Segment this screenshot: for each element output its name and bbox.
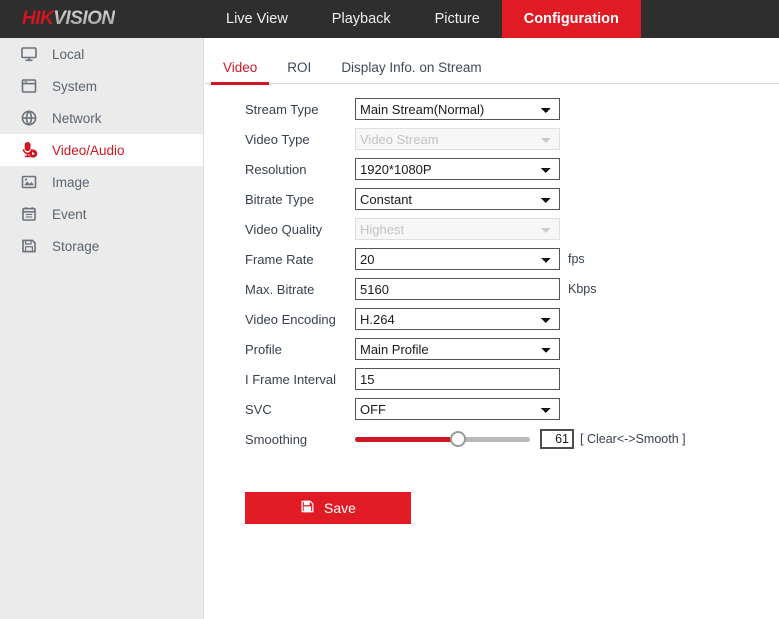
sidebar-nav: Local System Network Video/Audio Image E… [0, 38, 204, 619]
video-encoding-select[interactable]: H.264 [355, 308, 560, 330]
video-type-select: Video Stream [355, 128, 560, 150]
nav-tab-picture[interactable]: Picture [413, 0, 502, 38]
bitrate-type-label: Bitrate Type [245, 191, 315, 207]
nav-tab-live-view[interactable]: Live View [204, 0, 310, 38]
nav-tab-playback[interactable]: Playback [310, 0, 413, 38]
field-row-i-frame-interval: I Frame Interval [205, 364, 779, 394]
sidebar-item-network[interactable]: Network [0, 102, 203, 134]
stream-type-select[interactable]: Main Stream(Normal) [355, 98, 560, 120]
stream-type-label: Stream Type [245, 101, 319, 117]
field-row-video-quality: Video Quality Highest [205, 214, 779, 244]
frame-rate-unit: fps [568, 252, 585, 266]
frame-rate-label: Frame Rate [245, 251, 314, 267]
frame-rate-select[interactable]: 20 [355, 248, 560, 270]
globe-icon [18, 107, 40, 129]
nav-tab-configuration[interactable]: Configuration [501, 0, 641, 38]
logo-text-hik: HIK [22, 8, 54, 29]
profile-label: Profile [245, 341, 282, 357]
video-settings-form: Stream Type Main Stream(Normal) Video Ty… [205, 84, 779, 524]
video-quality-select: Highest [355, 218, 560, 240]
field-row-profile: Profile Main Profile [205, 334, 779, 364]
field-row-resolution: Resolution 1920*1080P [205, 154, 779, 184]
top-header-bar: HIK VISION Live View Playback Picture Con… [0, 0, 779, 38]
window-icon [18, 75, 40, 97]
svc-select[interactable]: OFF [355, 398, 560, 420]
smoothing-slider-knob[interactable] [450, 431, 467, 447]
sidebar-item-label: Image [52, 174, 90, 190]
save-button[interactable]: Save [245, 492, 411, 524]
sidebar-item-label: Local [52, 46, 85, 62]
tab-display-info-on-stream[interactable]: Display Info. on Stream [329, 60, 493, 83]
main-content-panel: Video ROI Display Info. on Stream Stream… [205, 38, 779, 619]
sidebar-item-label: Network [52, 110, 102, 126]
calendar-icon [18, 203, 40, 225]
resolution-label: Resolution [245, 161, 307, 177]
field-row-video-type: Video Type Video Stream [205, 124, 779, 154]
monitor-icon [18, 43, 40, 65]
sidebar-item-label: System [52, 78, 98, 94]
sidebar-item-video-audio[interactable]: Video/Audio [0, 134, 203, 166]
save-button-container: Save [205, 492, 779, 524]
field-row-svc: SVC OFF [205, 394, 779, 424]
logo-text-vision: VISION [53, 8, 115, 29]
video-type-label: Video Type [245, 131, 310, 147]
svc-label: SVC [245, 401, 272, 417]
field-row-stream-type: Stream Type Main Stream(Normal) [205, 94, 779, 124]
smoothing-slider-fill [355, 437, 459, 442]
bitrate-type-select[interactable]: Constant [355, 188, 560, 210]
field-row-video-encoding: Video Encoding H.264 [205, 304, 779, 334]
tab-video[interactable]: Video [211, 60, 270, 85]
hikvision-logo: HIK VISION [0, 0, 204, 38]
max-bitrate-input[interactable] [355, 278, 560, 300]
picture-icon [18, 171, 40, 193]
sidebar-item-local[interactable]: Local [0, 38, 203, 70]
video-quality-label: Video Quality [245, 221, 323, 237]
sidebar-item-storage[interactable]: Storage [0, 230, 203, 262]
sidebar-item-image[interactable]: Image [0, 166, 203, 198]
sidebar-item-event[interactable]: Event [0, 198, 203, 230]
sidebar-item-label: Storage [52, 238, 100, 254]
smoothing-hint-label: [ Clear<->Smooth ] [580, 432, 686, 446]
resolution-select[interactable]: 1920*1080P [355, 158, 560, 180]
i-frame-interval-input[interactable] [355, 368, 560, 390]
i-frame-interval-label: I Frame Interval [245, 371, 337, 387]
field-row-frame-rate: Frame Rate 20 fps [205, 244, 779, 274]
field-row-smoothing: Smoothing [ Clear<->Smooth ] [205, 424, 779, 454]
smoothing-slider[interactable] [355, 428, 530, 450]
sidebar-item-label: Video/Audio [52, 142, 125, 158]
field-row-bitrate-type: Bitrate Type Constant [205, 184, 779, 214]
tab-roi[interactable]: ROI [275, 60, 323, 83]
smoothing-value-input[interactable] [540, 429, 574, 449]
sub-tab-bar: Video ROI Display Info. on Stream [205, 48, 779, 85]
field-row-max-bitrate: Max. Bitrate Kbps [205, 274, 779, 304]
max-bitrate-label: Max. Bitrate [245, 281, 315, 297]
sidebar-item-system[interactable]: System [0, 70, 203, 102]
sidebar-item-label: Event [52, 206, 87, 222]
floppy-disk-icon [300, 499, 315, 517]
main-nav-tabs: Live View Playback Picture Configuration [204, 0, 641, 38]
video-encoding-label: Video Encoding [245, 311, 336, 327]
microphone-icon [18, 139, 40, 161]
profile-select[interactable]: Main Profile [355, 338, 560, 360]
save-disk-icon [18, 235, 40, 257]
smoothing-label: Smoothing [245, 431, 308, 447]
save-button-label: Save [324, 500, 356, 516]
max-bitrate-unit: Kbps [568, 282, 597, 296]
